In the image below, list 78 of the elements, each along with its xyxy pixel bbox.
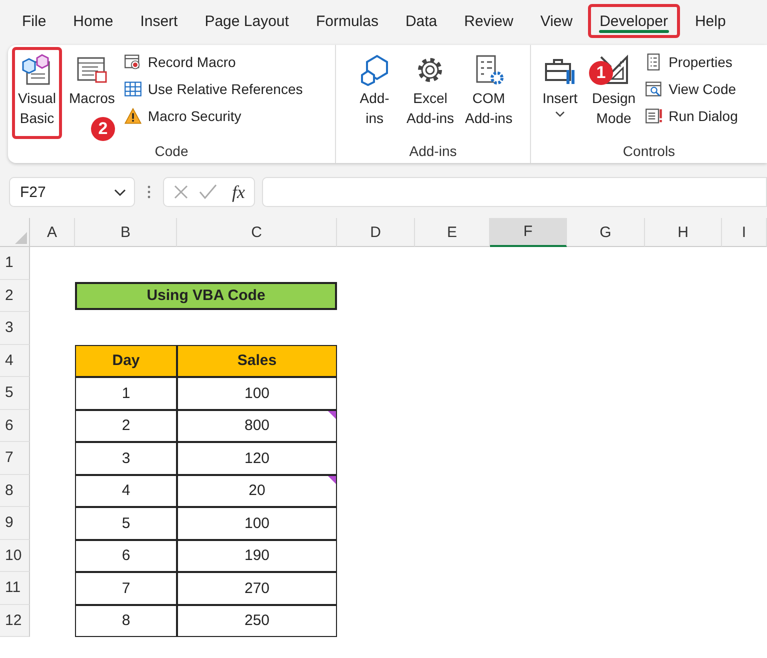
more-icon <box>147 185 151 199</box>
column-header[interactable]: G <box>567 218 645 247</box>
table-cell: 1 <box>75 377 177 410</box>
column-header[interactable]: E <box>415 218 490 247</box>
ribbon-button[interactable]: Properties <box>642 49 740 75</box>
cancel-icon <box>172 183 190 201</box>
row-header[interactable]: 8 <box>0 474 30 507</box>
group-label: Controls <box>622 142 676 161</box>
ribbon-tab[interactable]: Insert <box>128 4 190 38</box>
table-cell: 270 <box>177 572 337 604</box>
ribbon-tab[interactable]: Developer <box>588 4 680 38</box>
ribbon-tab[interactable]: Page Layout <box>192 4 301 38</box>
table-cell: 2 <box>75 410 177 442</box>
row-header[interactable]: 7 <box>0 442 30 474</box>
row-header[interactable]: 11 <box>0 572 30 604</box>
ribbon-button[interactable]: Insert <box>535 47 585 139</box>
ribbon-button[interactable]: View Code <box>642 76 740 102</box>
ribbon-button[interactable]: Visual Basic <box>12 47 62 139</box>
select-all-icon <box>15 232 27 244</box>
table-cell: 800 <box>177 410 337 442</box>
hexagon-icon <box>358 54 391 86</box>
row-header[interactable]: 5 <box>0 377 30 410</box>
column-header[interactable]: B <box>75 218 177 247</box>
warning-icon <box>124 107 142 125</box>
formula-input[interactable] <box>262 177 767 207</box>
ribbon-tab[interactable]: View <box>528 4 585 38</box>
row-header[interactable]: 3 <box>0 312 30 344</box>
ribbon-button[interactable]: COM Add-ins <box>461 47 516 139</box>
table-cell: 6 <box>75 540 177 572</box>
code-window-icon <box>644 80 663 98</box>
column-header[interactable]: D <box>337 218 415 247</box>
row-header[interactable]: 2 <box>0 280 30 312</box>
table-cell: 7 <box>75 572 177 604</box>
group-label: Add-ins <box>408 142 458 161</box>
table-cell: 4 <box>75 474 177 507</box>
insert-function-button[interactable]: fx <box>226 182 245 202</box>
ribbon-tab[interactable]: Data <box>393 4 450 38</box>
table-cell: 120 <box>177 442 337 474</box>
cubes-document-icon <box>21 54 53 86</box>
row-header[interactable]: 9 <box>0 507 30 540</box>
dialog-icon <box>644 107 663 125</box>
ribbon-button[interactable]: Macro Security <box>122 103 305 129</box>
ribbon-tab[interactable]: Formulas <box>304 4 390 38</box>
column-header[interactable]: A <box>30 218 75 247</box>
table-icon <box>124 80 142 98</box>
group-label: Code <box>154 142 190 161</box>
row-header[interactable]: 4 <box>0 344 30 377</box>
table-cell: 100 <box>177 507 337 540</box>
column-header[interactable]: H <box>645 218 722 247</box>
table-cell: 8 <box>75 604 177 637</box>
column-header[interactable]: I <box>722 218 767 247</box>
ribbon-button[interactable]: Add- ins <box>350 47 400 139</box>
header-cell: Sales <box>177 344 337 377</box>
ribbon-button[interactable]: Record Macro <box>122 49 305 75</box>
ribbon-button[interactable]: Excel Add-ins <box>402 47 458 139</box>
row-header[interactable]: 6 <box>0 410 30 442</box>
row-header[interactable]: 10 <box>0 540 30 572</box>
ribbon-tab[interactable]: Review <box>452 4 526 38</box>
table-cell: 3 <box>75 442 177 474</box>
ribbon-tab[interactable]: Home <box>61 4 126 38</box>
ribbon-tab[interactable]: File <box>10 4 58 38</box>
enter-icon <box>198 182 218 202</box>
row-header[interactable]: 12 <box>0 604 30 637</box>
ribbon-button[interactable]: Run Dialog <box>642 103 740 129</box>
header-cell: Day <box>75 344 177 377</box>
table-cell: 100 <box>177 377 337 410</box>
table-cell: 250 <box>177 604 337 637</box>
table-cell: 190 <box>177 540 337 572</box>
row-header[interactable]: 1 <box>0 247 30 280</box>
title-cell: Using VBA Code <box>75 282 337 310</box>
ribbon-tab[interactable]: Help <box>682 4 738 38</box>
ribbon-button[interactable]: Use Relative References <box>122 76 305 102</box>
record-icon <box>124 53 142 71</box>
column-header[interactable]: F <box>490 218 567 247</box>
table-cell: 20 <box>177 474 337 507</box>
name-box[interactable]: F27 <box>9 177 135 207</box>
column-header[interactable]: C <box>177 218 337 247</box>
table-cell: 5 <box>75 507 177 540</box>
